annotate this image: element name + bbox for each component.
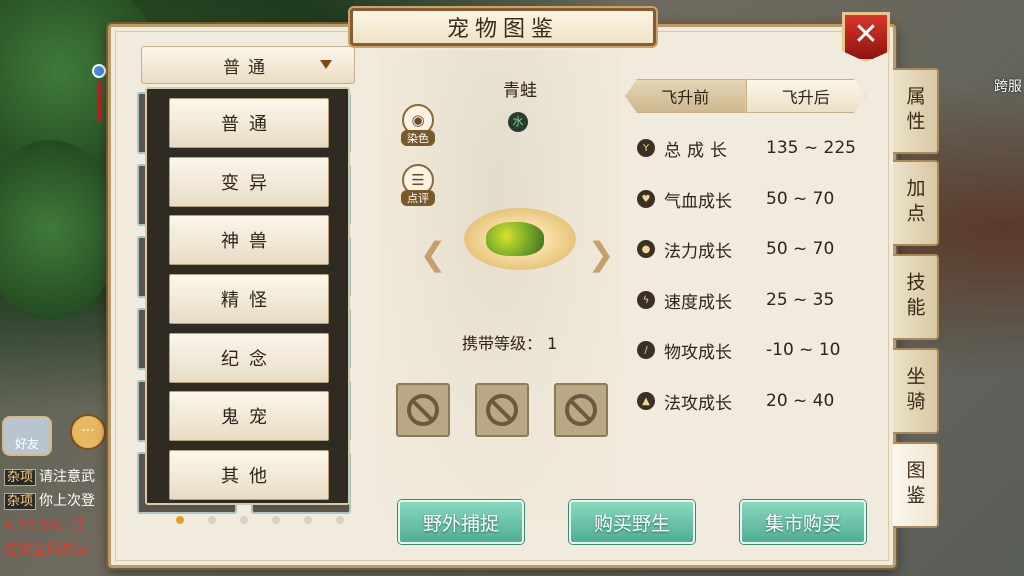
rotate-right-arrow-icon[interactable]: ❯ [586,234,616,274]
chevron-down-icon [320,60,332,69]
stat-label: 速度成长 [664,292,732,313]
category-option-spirit[interactable]: 精怪 [169,274,329,324]
chat-text: 你上次登 [39,493,96,509]
review-button[interactable]: ☰ 点评 [401,164,435,214]
page-dot[interactable] [304,516,312,524]
friends-button[interactable]: 好友 [2,416,52,456]
stat-label: 法攻成长 [664,393,732,414]
stat-value: 50 ~ 70 [766,239,835,259]
category-menu: 普通 变异 神兽 精怪 纪念 鬼宠 其他 [145,87,350,505]
dye-label: 染色 [401,130,435,146]
locked-slot-icon [486,394,518,426]
skill-slot[interactable] [554,383,608,437]
side-tab-points[interactable]: 加点 [893,160,939,246]
ascension-toggle: 飞升前 飞升后 [625,79,866,113]
stat-label: 总成长 [664,140,733,161]
locked-slot-icon [565,394,597,426]
review-label: 点评 [401,190,435,206]
category-dropdown-value: 普通 [223,57,273,78]
heart-icon: ♥ [637,190,655,208]
stat-value: 135 ~ 225 [766,138,856,158]
page-dot[interactable] [272,516,280,524]
carry-level: 携带等级： 1 [462,330,557,354]
rotate-left-arrow-icon[interactable]: ❮ [418,234,448,274]
stat-row: Y 总成长 135 ~ 225 [637,134,867,162]
chat-line: 4:23:00。注 [4,518,86,534]
category-option-normal[interactable]: 普通 [169,98,329,148]
side-tab-codex[interactable]: 图鉴 [893,442,939,528]
category-option-other[interactable]: 其他 [169,450,329,500]
window-title: 宠物图鉴 [350,8,656,46]
stat-value: 20 ~ 40 [766,391,835,411]
buy-wild-button[interactable]: 购买野生 [569,500,695,544]
stat-value: -10 ~ 10 [766,340,841,360]
side-tab-skills[interactable]: 技能 [893,254,939,340]
locked-slot-icon [407,394,439,426]
chat-line[interactable]: 杂项 你上次登 [4,490,95,510]
category-option-memorial[interactable]: 纪念 [169,333,329,383]
flame-icon: ▲ [637,392,655,410]
stat-row: ● 法力成长 50 ~ 70 [637,235,867,263]
carry-level-value: 1 [547,334,558,353]
page-dot[interactable] [336,516,344,524]
page-dot[interactable] [176,516,184,524]
category-option-divine[interactable]: 神兽 [169,215,329,265]
tab-after-ascension[interactable]: 飞升后 [746,79,867,113]
speed-bolt-icon: ϟ [637,291,655,309]
tab-before-ascension[interactable]: 飞升前 [625,79,746,113]
chat-bubble-icon[interactable]: ··· [70,414,106,450]
category-option-ghost[interactable]: 鬼宠 [169,391,329,441]
sword-icon: / [637,341,655,359]
stat-row: ♥ 气血成长 50 ~ 70 [637,185,867,213]
side-tab-mount[interactable]: 坐骑 [893,348,939,434]
stat-value: 50 ~ 70 [766,189,835,209]
pet-name: 青蛙 [503,81,537,101]
stat-row: / 物攻成长 -10 ~ 10 [637,336,867,364]
ornament-pendant [92,50,108,130]
dye-button[interactable]: ◉ 染色 [401,104,435,154]
stat-row: ϟ 速度成长 25 ~ 35 [637,286,867,314]
stat-label: 法力成长 [664,241,732,262]
stat-row: ▲ 法攻成长 20 ~ 40 [637,387,867,415]
page-indicator [176,516,344,524]
page-dot[interactable] [208,516,216,524]
carry-level-label: 携带等级： [462,334,543,353]
wild-capture-button[interactable]: 野外捕捉 [398,500,524,544]
market-buy-button[interactable]: 集市购买 [740,500,866,544]
chat-tag: 杂项 [4,469,37,486]
skill-slot[interactable] [396,383,450,437]
chat-line: 定安全码验证 [4,542,88,558]
mana-drop-icon: ● [637,240,655,258]
side-tab-attributes[interactable]: 属性 [893,68,939,154]
growth-icon: Y [637,139,655,157]
pet-model-frog[interactable] [486,222,544,256]
page-dot[interactable] [240,516,248,524]
chat-tag: 杂项 [4,493,37,510]
friends-label: 好友 [14,437,39,451]
category-dropdown[interactable]: 普通 [141,46,355,84]
stat-value: 25 ~ 35 [766,290,835,310]
cross-server-label[interactable]: 跨服 [994,76,1022,96]
stat-label: 气血成长 [664,191,732,212]
skill-slot[interactable] [475,383,529,437]
category-option-mutant[interactable]: 变异 [169,157,329,207]
chat-line[interactable]: 杂项 请注意武 [4,466,95,486]
tree-foliage [0,140,120,320]
chat-text: 请注意武 [39,469,96,485]
element-badge: 水 [508,112,528,132]
stat-label: 物攻成长 [664,342,732,363]
